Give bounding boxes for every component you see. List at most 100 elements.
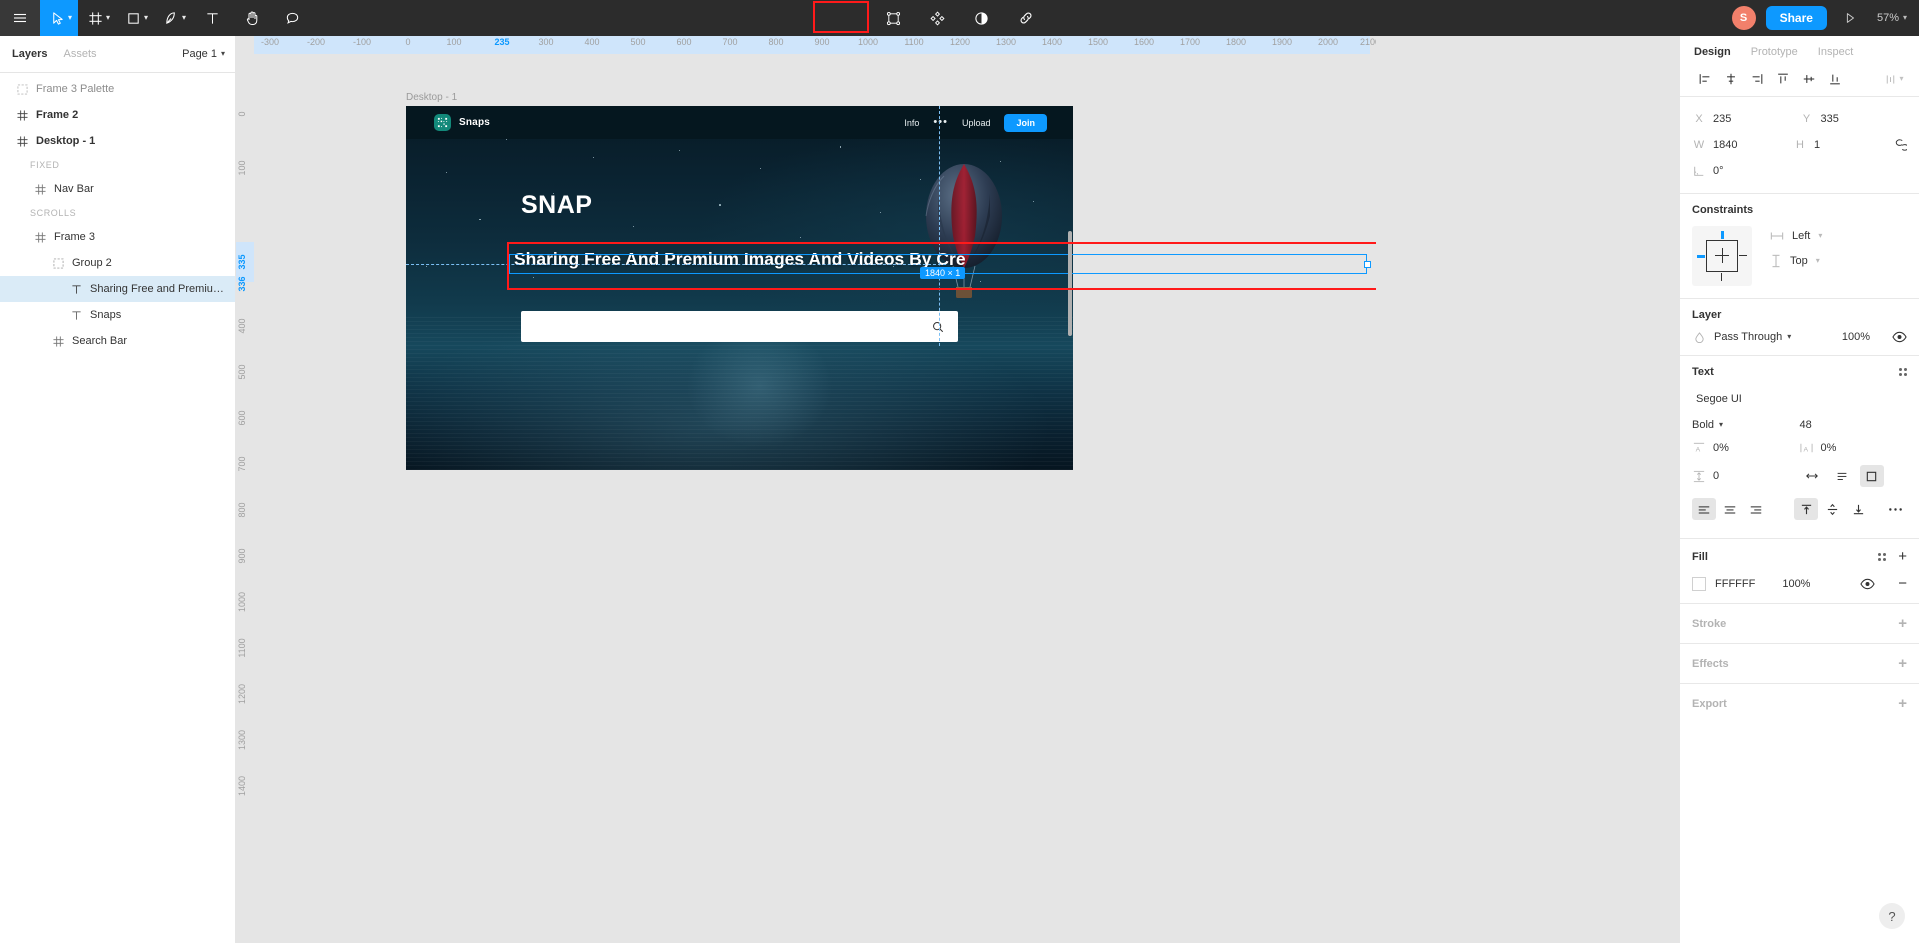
- distribute-icon[interactable]: ▾: [1881, 66, 1907, 92]
- y-input[interactable]: [1820, 111, 1879, 127]
- eye-icon[interactable]: [1892, 331, 1907, 343]
- fill-opacity-value[interactable]: 100%: [1782, 578, 1810, 590]
- nav-link-info[interactable]: Info: [904, 118, 919, 128]
- fill-hex-value[interactable]: FFFFFF: [1715, 578, 1755, 590]
- main-menu-button[interactable]: [0, 0, 40, 36]
- w-field[interactable]: W: [1692, 137, 1793, 153]
- stroke-section[interactable]: Stroke +: [1680, 604, 1919, 643]
- fill-color-swatch[interactable]: [1692, 576, 1706, 591]
- more-options-icon[interactable]: [1883, 498, 1907, 520]
- align-left-icon[interactable]: [1692, 66, 1718, 92]
- tab-assets[interactable]: Assets: [63, 48, 96, 60]
- font-size-field[interactable]: 48: [1800, 419, 1908, 431]
- components-icon-button[interactable]: [918, 0, 958, 36]
- frame-tool-caret[interactable]: ▾: [106, 14, 110, 22]
- design-nav-bar[interactable]: Snaps Info ••• Upload Join: [406, 106, 1073, 139]
- hero-headline-text[interactable]: Sharing Free And Premium Images And Vide…: [514, 249, 1073, 270]
- artboard-label[interactable]: Desktop - 1: [406, 92, 457, 103]
- join-button[interactable]: Join: [1004, 113, 1047, 132]
- h-field[interactable]: H: [1793, 137, 1894, 153]
- artboard-scrollbar[interactable]: [1068, 231, 1072, 336]
- shape-tool-caret[interactable]: ▾: [144, 14, 148, 22]
- link-icon-button[interactable]: [1006, 0, 1046, 36]
- x-input[interactable]: [1713, 111, 1771, 127]
- constraint-handle-right[interactable]: [1739, 255, 1747, 256]
- comment-tool-button[interactable]: [272, 0, 312, 36]
- design-canvas[interactable]: Snaps Info ••• Upload Join SNAP Sharing …: [236, 36, 1376, 943]
- font-family-value[interactable]: Segoe UI: [1692, 390, 1907, 408]
- add-stroke-button[interactable]: +: [1898, 616, 1907, 631]
- x-field[interactable]: X: [1692, 111, 1800, 127]
- selection-handle-right[interactable]: [1364, 261, 1371, 268]
- text-align-middle-icon[interactable]: [1820, 498, 1844, 520]
- move-tool-button[interactable]: ▾: [40, 0, 79, 36]
- layer-row-group-2[interactable]: Group 2: [0, 250, 235, 276]
- page-selector[interactable]: Page 1 ▾: [182, 42, 225, 66]
- add-export-button[interactable]: +: [1898, 696, 1907, 711]
- frame-tool-button[interactable]: ▾: [78, 0, 116, 36]
- constrain-proportions-icon[interactable]: [1894, 138, 1907, 152]
- horizontal-constraint-dropdown[interactable]: Left ▾: [1770, 230, 1822, 242]
- add-effect-button[interactable]: +: [1898, 656, 1907, 671]
- fixed-size-icon[interactable]: [1859, 465, 1884, 487]
- user-avatar[interactable]: S: [1731, 6, 1756, 30]
- paragraph-spacing-field[interactable]: A 0%: [1800, 442, 1908, 454]
- nav-more-icon[interactable]: •••: [933, 117, 948, 128]
- layer-row-desktop-1[interactable]: Desktop - 1: [0, 128, 235, 154]
- pen-tool-caret[interactable]: ▾: [182, 14, 186, 22]
- artboard-desktop-1[interactable]: Snaps Info ••• Upload Join SNAP Sharing …: [406, 106, 1073, 470]
- hand-tool-button[interactable]: [232, 0, 272, 36]
- layer-row-frame-2[interactable]: Frame 2: [0, 102, 235, 128]
- remove-fill-button[interactable]: −: [1898, 576, 1907, 591]
- font-size-value[interactable]: 48: [1800, 419, 1812, 431]
- text-align-bottom-icon[interactable]: [1846, 498, 1870, 520]
- export-section[interactable]: Export +: [1680, 684, 1919, 723]
- vertical-ruler[interactable]: 0 100 335 336 400 500 600 700 800 900 10…: [236, 36, 254, 943]
- auto-height-icon[interactable]: [1830, 465, 1854, 487]
- present-button[interactable]: [1837, 5, 1863, 31]
- rotation-input[interactable]: [1713, 163, 1771, 179]
- tab-inspect[interactable]: Inspect: [1818, 46, 1853, 58]
- tab-layers[interactable]: Layers: [12, 48, 47, 60]
- align-right-icon[interactable]: [1744, 66, 1770, 92]
- letter-spacing-field[interactable]: A 0%: [1692, 442, 1800, 454]
- blend-mode-dropdown[interactable]: Pass Through ▾: [1714, 331, 1791, 343]
- align-horizontal-center-icon[interactable]: [1718, 66, 1744, 92]
- font-weight-field[interactable]: Bold ▾: [1692, 419, 1800, 431]
- move-tool-caret[interactable]: ▾: [68, 14, 72, 22]
- layer-row-nav-bar[interactable]: Nav Bar: [0, 176, 235, 202]
- layer-row-sharing-free-and-premium[interactable]: Sharing Free and Premium Im...: [0, 276, 235, 302]
- search-icon[interactable]: [932, 321, 944, 333]
- y-field[interactable]: Y: [1800, 111, 1908, 127]
- align-bottom-icon[interactable]: [1822, 66, 1848, 92]
- layer-row-snaps[interactable]: Snaps: [0, 302, 235, 328]
- line-height-field[interactable]: 0: [1692, 470, 1800, 483]
- auto-width-icon[interactable]: [1800, 465, 1824, 487]
- constraint-handle-bottom[interactable]: [1721, 273, 1722, 281]
- layer-row-search-bar[interactable]: Search Bar: [0, 328, 235, 354]
- add-fill-button[interactable]: +: [1898, 549, 1907, 564]
- help-button[interactable]: ?: [1879, 903, 1905, 929]
- layer-row-frame-3-palette[interactable]: Frame 3 Palette: [0, 76, 235, 102]
- contrast-icon-button[interactable]: [962, 0, 1002, 36]
- share-button[interactable]: Share: [1765, 6, 1827, 30]
- height-input[interactable]: [1814, 137, 1872, 153]
- align-vertical-center-icon[interactable]: [1796, 66, 1822, 92]
- layer-opacity-value[interactable]: 100%: [1842, 331, 1870, 343]
- line-height-value[interactable]: 0: [1713, 470, 1719, 482]
- text-align-top-icon[interactable]: [1794, 498, 1818, 520]
- zoom-level-selector[interactable]: 57% ▾: [1873, 12, 1911, 24]
- horizontal-ruler[interactable]: -300 -200 -100 0 100 235 300 400 500 600…: [236, 36, 1376, 54]
- scale-icon-button[interactable]: [874, 0, 914, 36]
- pen-tool-button[interactable]: ▾: [154, 0, 192, 36]
- rotation-field[interactable]: [1692, 163, 1800, 179]
- layer-row-frame-3[interactable]: Frame 3: [0, 224, 235, 250]
- eye-icon[interactable]: [1860, 578, 1875, 590]
- vertical-constraint-dropdown[interactable]: Top ▾: [1770, 254, 1822, 268]
- fill-settings-icon[interactable]: [1878, 552, 1887, 561]
- align-top-icon[interactable]: [1770, 66, 1796, 92]
- paragraph-spacing-value[interactable]: 0%: [1821, 442, 1837, 454]
- tab-design[interactable]: Design: [1694, 46, 1731, 58]
- search-input[interactable]: [535, 321, 932, 332]
- constraint-handle-left[interactable]: [1697, 255, 1705, 258]
